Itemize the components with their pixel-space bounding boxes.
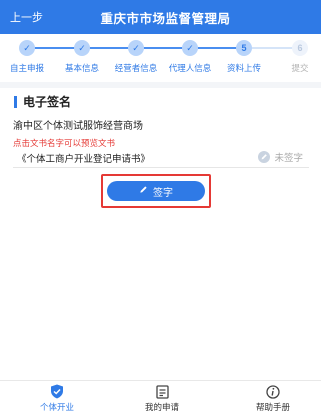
- step-label: 资料上传: [226, 63, 261, 73]
- page-title: 重庆市市场监督管理局: [100, 12, 231, 26]
- step-document-upload: 5 资料上传: [217, 40, 271, 74]
- step-number: 6: [292, 40, 308, 56]
- document-name-link[interactable]: 《个体工商户开业登记申请书》: [17, 151, 150, 165]
- tab-my-applications[interactable]: 我的申请: [122, 384, 202, 413]
- document-list-icon: [122, 384, 202, 399]
- step-submit: 6 提交: [273, 40, 321, 74]
- shield-check-icon: [17, 384, 97, 399]
- step-agent-info: ✓ 代理人信息: [163, 40, 217, 74]
- info-icon: [233, 384, 313, 399]
- check-icon: ✓: [128, 40, 144, 56]
- company-name: 渝中区个体测试服饰经营商场: [13, 121, 143, 132]
- signature-status-label: 未签字: [274, 153, 303, 164]
- section-title: 电子签名: [14, 96, 71, 108]
- check-icon: ✓: [74, 40, 90, 56]
- tab-business-opening[interactable]: 个体开业: [17, 384, 97, 413]
- tab-label: 我的申请: [144, 402, 179, 412]
- section-divider: [0, 82, 321, 88]
- check-icon: ✓: [19, 40, 35, 56]
- step-number: 5: [236, 40, 252, 56]
- pen-icon: [139, 185, 148, 197]
- tab-label: 帮助手册: [255, 402, 290, 412]
- step-label: 基本信息: [64, 63, 99, 73]
- step-label: 经营者信息: [114, 63, 158, 73]
- step-label: 提交: [291, 63, 309, 73]
- bottom-tab-bar: 个体开业 我的申请 帮助手册: [0, 380, 321, 414]
- progress-steps: ✓ 自主申报 ✓ 基本信息 ✓ 经营者信息 ✓ 代理人信息 5 资料上传 6 提…: [0, 34, 321, 82]
- step-label: 自主申报: [9, 63, 44, 73]
- signature-status: 未签字: [258, 150, 303, 164]
- step-self-declaration: ✓ 自主申报: [0, 40, 54, 74]
- pen-icon: [258, 151, 271, 163]
- step-operator-info: ✓ 经营者信息: [109, 40, 163, 74]
- top-navigation-bar: 上一步 重庆市市场监督管理局: [0, 0, 321, 34]
- sign-button-highlight: 签字: [101, 174, 211, 208]
- sign-button[interactable]: 签字: [107, 181, 205, 201]
- tab-help-manual[interactable]: 帮助手册: [233, 384, 313, 413]
- tab-label: 个体开业: [39, 402, 74, 412]
- check-icon: ✓: [182, 40, 198, 56]
- document-row[interactable]: 《个体工商户开业登记申请书》 未签字: [13, 148, 309, 168]
- sign-button-label: 签字: [153, 187, 173, 199]
- step-basic-info: ✓ 基本信息: [55, 40, 109, 74]
- step-label: 代理人信息: [168, 63, 212, 73]
